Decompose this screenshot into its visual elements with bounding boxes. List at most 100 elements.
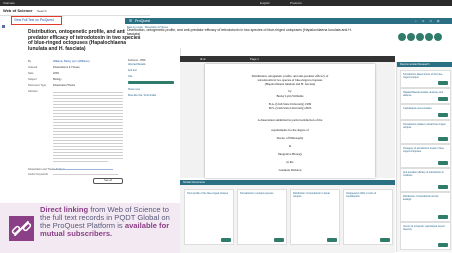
abstract-text xyxy=(53,101,123,103)
abstract-text xyxy=(53,158,123,160)
record-fields: By Williams, Becky Lynn (Williams) Index… xyxy=(28,60,123,184)
pdf-line: Doctor of Philosophy xyxy=(276,136,304,140)
similar-documents: Similar Documents Toxin profile of the b… xyxy=(180,180,395,253)
abstract-text xyxy=(53,119,123,121)
abstract-text xyxy=(53,134,123,136)
products-menu[interactable]: Products xyxy=(290,1,302,5)
email-icon[interactable] xyxy=(416,33,424,41)
abstract-text xyxy=(53,146,123,148)
recommended-item[interactable]: Tetrodotoxin uptake in larval blue-ringe… xyxy=(400,120,451,144)
pdf-line: requirements for the degree of xyxy=(271,128,309,132)
abstract-text xyxy=(53,95,123,97)
abstract-text xyxy=(53,131,123,133)
subject-value[interactable] xyxy=(53,169,113,171)
abstract-text xyxy=(53,107,123,109)
zoom-icon[interactable]: ⊕ ⊖ xyxy=(200,57,205,61)
side-progress xyxy=(128,81,174,84)
side-header: Full text - PDF xyxy=(128,58,146,62)
pdf-line: A dissertation submitted in partial sati… xyxy=(257,118,323,122)
side-link-fulltext[interactable]: Full text xyxy=(128,69,137,72)
proquest-sidebar: Full text - PDF Abstract/Details Full te… xyxy=(125,48,181,178)
page-indicator[interactable]: Page 1 xyxy=(250,57,259,61)
similar-header: Similar Documents xyxy=(183,181,205,184)
pdf-line: in the xyxy=(286,160,294,164)
field-value-subject: Biology xyxy=(53,78,62,81)
show-more-link[interactable]: Show more xyxy=(128,88,140,91)
link-icon xyxy=(9,216,34,241)
download-icon[interactable] xyxy=(398,33,406,41)
abstract-text xyxy=(53,149,123,151)
recommended-item[interactable]: Ontogeny of tetrodotoxin levels in blue-… xyxy=(400,144,451,168)
proquest-title: Distribution, ontogenetic profile, and a… xyxy=(127,28,352,36)
recommended-item[interactable]: Tetrodotoxin-based toxins of the blue-ri… xyxy=(400,70,451,88)
pdf-line: Integrative Biology xyxy=(277,152,303,156)
pdf-toolbar: Page 1 ⊕ ⊖ xyxy=(180,56,395,62)
abstract-text xyxy=(53,137,123,139)
abstract-text xyxy=(53,92,123,94)
recommended-item[interactable]: Hapalochlaena lunulata: anatomy and defe… xyxy=(400,88,451,104)
recommended-header-bar: Recommended Research xyxy=(397,62,452,67)
abstract-text xyxy=(53,116,123,118)
cite-icon[interactable] xyxy=(407,33,415,41)
proquest-brand[interactable]: ProQuest xyxy=(135,19,150,23)
promo-text: Direct linking from Web of Science to th… xyxy=(40,206,180,238)
wos-brand: Web of Science xyxy=(3,8,33,13)
recommended-item[interactable]: Anti-predator efficacy of tetrodotoxin i… xyxy=(400,168,451,192)
abstract-text xyxy=(53,143,123,145)
abstract-text xyxy=(53,161,108,163)
pdf-line: Graduate Division xyxy=(278,168,302,172)
recommended-item[interactable]: Venom of octopods: cephalopod venom dive… xyxy=(400,222,451,250)
abstract-text xyxy=(53,113,123,115)
view-full-text-link[interactable]: View Full Text on ProQuest xyxy=(14,18,54,22)
recommended-item[interactable]: Cephalopod envenomation xyxy=(400,104,451,120)
wos-header: Web of Science Search xyxy=(0,6,150,16)
side-link-cite[interactable]: Cite xyxy=(128,75,132,78)
field-label: By xyxy=(28,60,32,63)
language-menu[interactable]: English xyxy=(260,1,270,5)
abstract-text xyxy=(53,155,123,157)
proquest-nav-bar: ☰ ProQuest ⌕ ☺ ✉ ⚙ xyxy=(125,18,452,24)
pdf-page: Distribution, ontogenetic profile, and a… xyxy=(205,64,375,178)
abstract-text xyxy=(53,128,123,130)
keywords-value xyxy=(53,174,118,176)
save-icon[interactable] xyxy=(434,33,442,41)
recommended-item[interactable]: Distribution of tetrodotoxin and its ana… xyxy=(400,192,451,222)
abstract-text xyxy=(53,125,123,127)
field-value-indexed: Dissertations & Theses xyxy=(53,66,80,69)
pdf-line: M.S. (Utah State University) 2003 xyxy=(268,106,312,110)
pdf-line: by xyxy=(288,89,292,93)
abstract-text xyxy=(53,122,123,124)
action-icons xyxy=(396,27,452,55)
abstract-text xyxy=(53,140,123,142)
recommended-panel: Recommended Research Tetrodotoxin-based … xyxy=(396,62,452,252)
similar-item[interactable]: Toxin profile of the blue-ringed octopus xyxy=(184,189,234,245)
field-label-keywords: Author Keywords xyxy=(28,173,48,176)
similar-item[interactable]: Distribution of tetrodotoxin in larval o… xyxy=(290,189,340,245)
similar-item[interactable]: Tetrodotoxin in octopus species xyxy=(237,189,287,245)
header-icons[interactable]: ⌕ ☺ ✉ ⚙ xyxy=(415,19,441,23)
abstract-text xyxy=(53,104,123,106)
menu-icon[interactable] xyxy=(2,25,5,28)
abstract-text xyxy=(53,98,123,100)
search-link[interactable]: Search xyxy=(37,9,47,13)
see-all-button[interactable]: See all xyxy=(93,178,123,184)
pdf-line: in xyxy=(288,144,292,148)
side-link-abstract[interactable]: Abstract/Details xyxy=(128,63,146,66)
field-value-author[interactable]: Williams, Becky Lynn (Williams) xyxy=(53,60,90,63)
field-label: Date xyxy=(28,72,34,75)
hamburger-icon[interactable]: ☰ xyxy=(129,19,132,23)
field-label: Subject xyxy=(28,78,37,81)
recommended-header: Recommended Research xyxy=(400,63,430,66)
more-like-this-link[interactable]: More like this / Find similar xyxy=(128,94,156,97)
field-value-doctype: Dissertation/Thesis xyxy=(53,84,76,87)
similar-header-bar: Similar Documents xyxy=(180,180,395,185)
abstract-text xyxy=(53,152,123,154)
print-icon[interactable] xyxy=(425,33,433,41)
field-label: Document Type xyxy=(28,84,47,87)
field-label: Indexed xyxy=(28,66,38,69)
field-value-date: 2009 xyxy=(53,72,59,75)
full-text-link-frame[interactable]: View Full Text on ProQuest xyxy=(11,16,62,25)
field-label-abstract: Abstract xyxy=(28,90,38,93)
pdf-line: Becky Lynn Williams xyxy=(276,94,304,98)
similar-item[interactable]: Ontogenetic shifts in toxin of cephalopo… xyxy=(343,189,393,245)
